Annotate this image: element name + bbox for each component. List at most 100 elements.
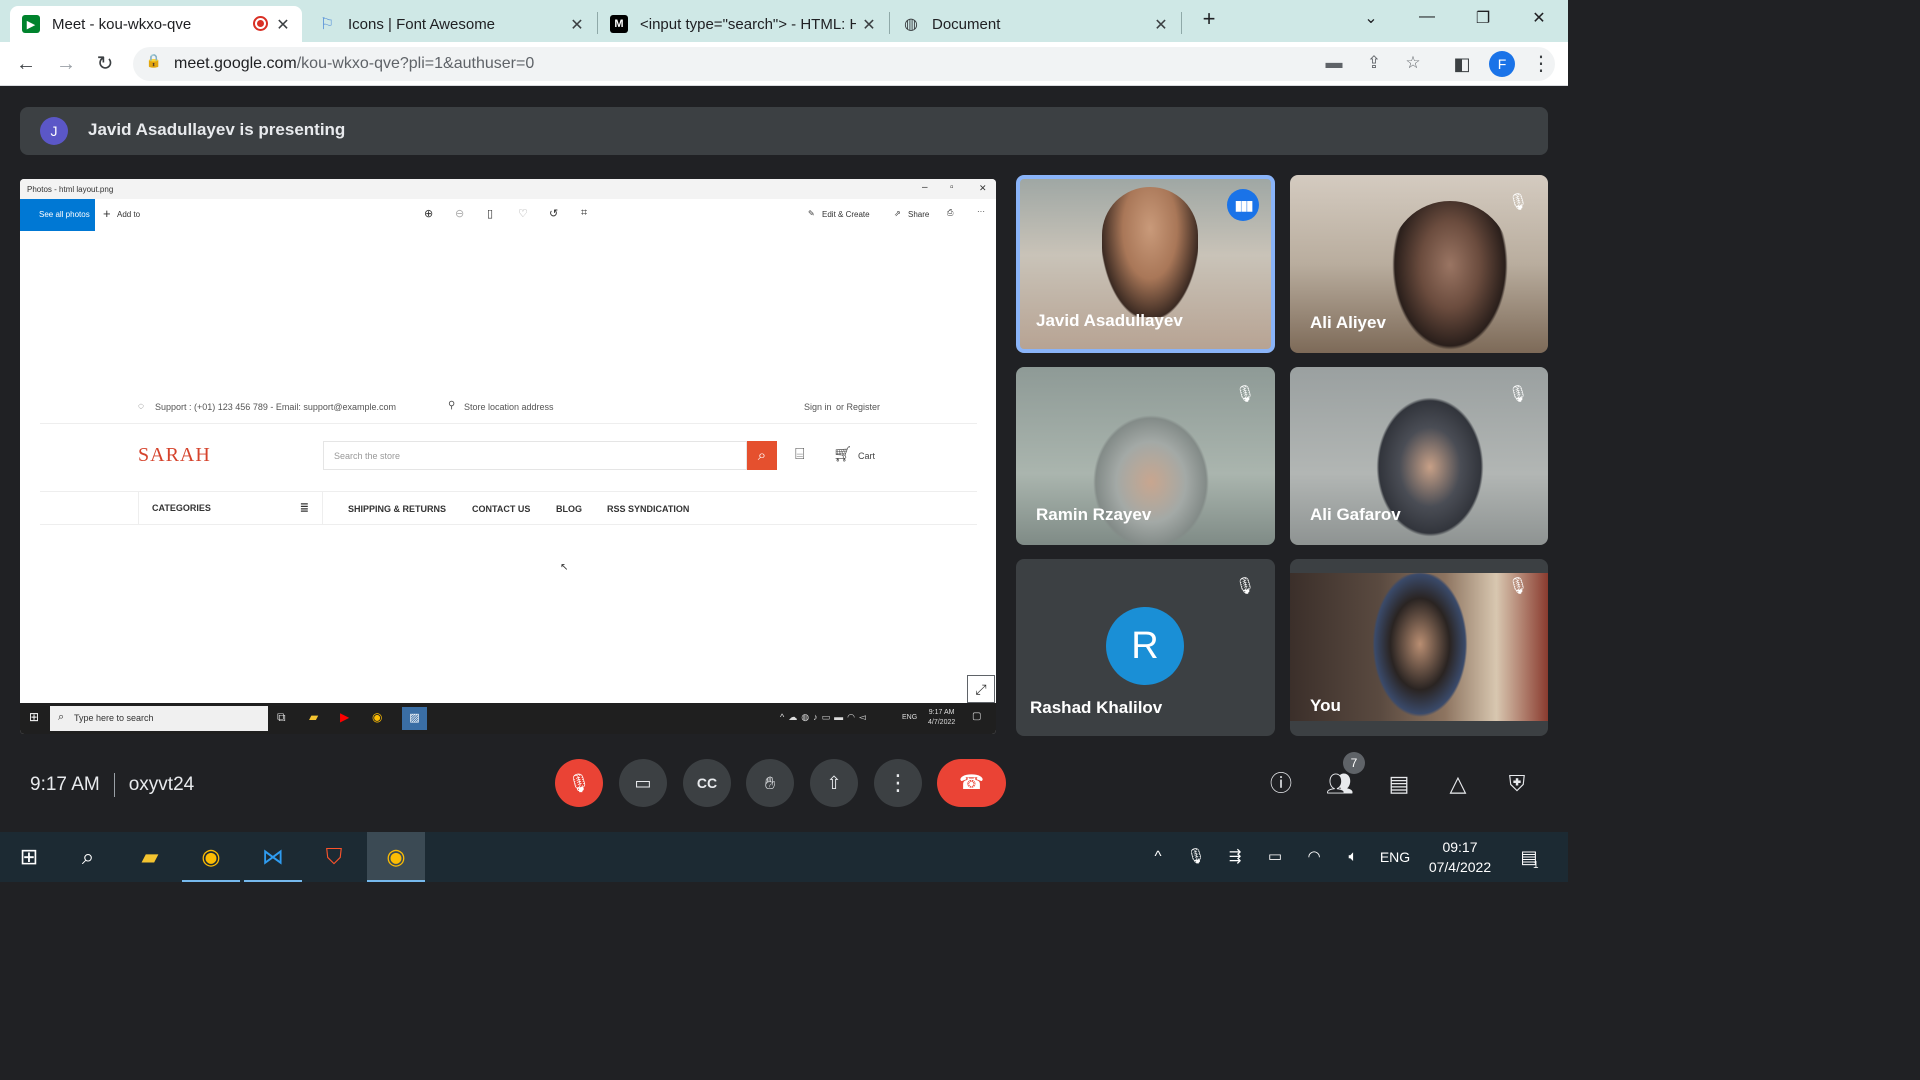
tab-separator [1181,12,1182,34]
tab-document[interactable]: ◍ Document ✕ [890,6,1180,42]
tab-search-icon[interactable]: ⌄ [1356,8,1386,28]
participant-tile[interactable]: 🎙︎ Ramin Rzayev [1016,367,1275,545]
mic-off-icon: 🎙︎ [1507,194,1529,211]
leave-call-button[interactable]: ☎ [937,759,1006,807]
tab-mdn[interactable]: M <input type="search"> - HTML: H ✕ [598,6,888,42]
close-tab-icon[interactable]: ✕ [1152,15,1170,35]
volume-icon[interactable]: 🔈︎ [1340,832,1366,882]
nav-contact: CONTACT US [472,504,531,514]
url-host: meet.google.com [174,55,297,72]
share-icon[interactable]: ⇪ [1363,53,1385,73]
tab-meet[interactable]: ▶ Meet - kou-wkxo-qve ✕ [10,6,302,42]
present-button[interactable]: ⇧ [810,759,858,807]
microphone-icon[interactable]: 🎙︎ [1183,832,1209,882]
back-icon[interactable]: ← [12,50,40,78]
more-icon: ··· [977,207,985,216]
chat-icon[interactable]: ▤ [1384,769,1414,799]
windows-start-icon[interactable]: ⊞ [0,832,58,882]
store-location-text: Store location address [464,402,554,412]
taskbar-search: ⌕ Type here to search [50,706,268,731]
nav-blog: BLOG [556,504,582,514]
explorer-icon: ▰ [309,710,319,724]
participant-tile[interactable]: R 🎙︎ Rashad Khalilov [1016,559,1275,736]
participant-tile[interactable]: 🎙︎ Ali Gafarov [1290,367,1548,545]
participant-tile[interactable]: ▮▮▮ Javid Asadullayev [1016,175,1275,353]
gift-icon: ⌸ [795,446,805,463]
shared-taskbar: ⊞ ⌕ Type here to search ⧉ ▰ ▶ ◉ ▨ ^☁◍♪▭▬… [20,703,996,734]
chrome-icon: ◉ [372,710,383,724]
notifications-icon[interactable]: ▤ [1512,832,1546,882]
photos-app-icon: ▨ [402,707,427,730]
support-text: Support : (+01) 123 456 789 - Email: sup… [155,402,397,412]
activities-icon[interactable]: △ [1443,769,1473,799]
restore-icon[interactable]: ❐ [1468,8,1498,28]
new-tab-button[interactable]: + [1194,6,1224,32]
shared-lang-label: ENG [902,714,918,721]
mic-toggle-button[interactable]: 🎙︎ [555,759,603,807]
sign-in-link: Sign in [804,402,832,412]
participant-video [1390,201,1510,353]
taskbar-clock[interactable]: 09:17 07/4/2022 [1420,837,1500,877]
star-icon[interactable]: ☆ [1402,53,1424,73]
participant-tile[interactable]: 🎙︎ You [1290,559,1548,736]
cart-label: Cart [858,451,876,461]
wifi-icon[interactable]: ◠ [1301,832,1327,882]
more-options-button[interactable]: ⋮ [874,759,922,807]
task-view-icon: ⧉ [277,710,286,724]
mock-search-input: Search the store [323,441,747,470]
meeting-details-icon[interactable]: ⓘ [1266,769,1296,799]
battery-icon[interactable]: ▭ [1262,832,1288,882]
list-icon: ≣ [299,502,309,514]
close-icon: ✕ [979,183,987,193]
close-tab-icon[interactable]: ✕ [568,15,586,35]
chrome-active-icon[interactable]: ◉ [367,832,425,882]
close-tab-icon[interactable]: ✕ [860,15,878,35]
close-tab-icon[interactable]: ✕ [274,15,292,35]
fullscreen-icon[interactable]: ⤢ [967,675,995,703]
participant-name: You [1310,696,1341,715]
people-count-badge: 7 [1343,752,1365,774]
tab-title: <input type="search"> - HTML: H [640,15,856,33]
captions-button[interactable]: CC [683,759,731,807]
vscode-icon[interactable]: ⋈ [244,832,302,882]
forward-icon[interactable]: → [52,50,80,78]
omnibox[interactable]: 🔒 meet.google.com/kou-wkxo-qve?pli=1&aut… [133,47,1555,81]
brave-icon[interactable]: ⛉ [305,832,363,882]
reload-icon[interactable]: ↻ [91,50,119,78]
mock-logo: SARAH [138,444,211,466]
close-window-icon[interactable]: ✕ [1524,8,1554,28]
heart-icon: ♡ [518,208,528,220]
windows-icon: ⊞ [29,710,40,724]
participant-tile[interactable]: 🎙︎ Ali Aliyev [1290,175,1548,353]
show-hidden-icons[interactable]: ^ [1145,832,1171,882]
mic-off-icon: 🎙︎ [1234,386,1256,403]
phone-icon: ◌ [138,401,144,412]
cart-icon: 🛒︎ [833,446,853,463]
url-text[interactable]: meet.google.com/kou-wkxo-qve?pli=1&authu… [174,55,534,73]
windows-taskbar: ⊞ ⌕ ▰ ◉ ⋈ ⛉ ◉ ^ 🎙︎ ⇶ ▭ ◠ 🔈︎ ENG 09:17 07… [0,832,1568,882]
chrome-icon[interactable]: ◉ [182,832,240,882]
categories-label: CATEGORIES [152,503,211,513]
camera-toggle-button[interactable]: ▭ [619,759,667,807]
minimize-icon[interactable]: — [1412,8,1442,26]
tray-icons: ^☁◍♪▭▬◠◅ [780,712,870,722]
edit-create-button: Edit & Create [822,210,870,219]
recording-icon [253,16,268,31]
notification-icon: ▢ [972,711,982,722]
taskbar-search-label: Type here to search [74,713,154,723]
menu-icon[interactable]: ⋮ [1527,50,1555,78]
camera-blocked-icon[interactable]: ▬ [1323,53,1345,73]
meet-now-icon[interactable]: ⇶ [1222,832,1248,882]
raise-hand-button[interactable]: ✋︎ [746,759,794,807]
search-icon[interactable]: ⌕ [59,832,117,882]
flag-icon: ⚐ [319,16,335,33]
language-indicator[interactable]: ENG [1376,832,1414,882]
tab-font-awesome[interactable]: ⚐ Icons | Font Awesome ✕ [306,6,596,42]
host-controls-icon[interactable]: ⛨ [1502,769,1532,799]
side-panel-icon[interactable]: ◧ [1448,50,1476,78]
profile-avatar[interactable]: F [1489,51,1515,77]
file-explorer-icon[interactable]: ▰ [121,832,179,882]
shared-date: 4/7/2022 [928,719,956,726]
lock-icon[interactable]: 🔒 [143,53,165,69]
shared-screen[interactable]: Photos - html layout.png – ▫ ✕ See all p… [20,179,996,734]
